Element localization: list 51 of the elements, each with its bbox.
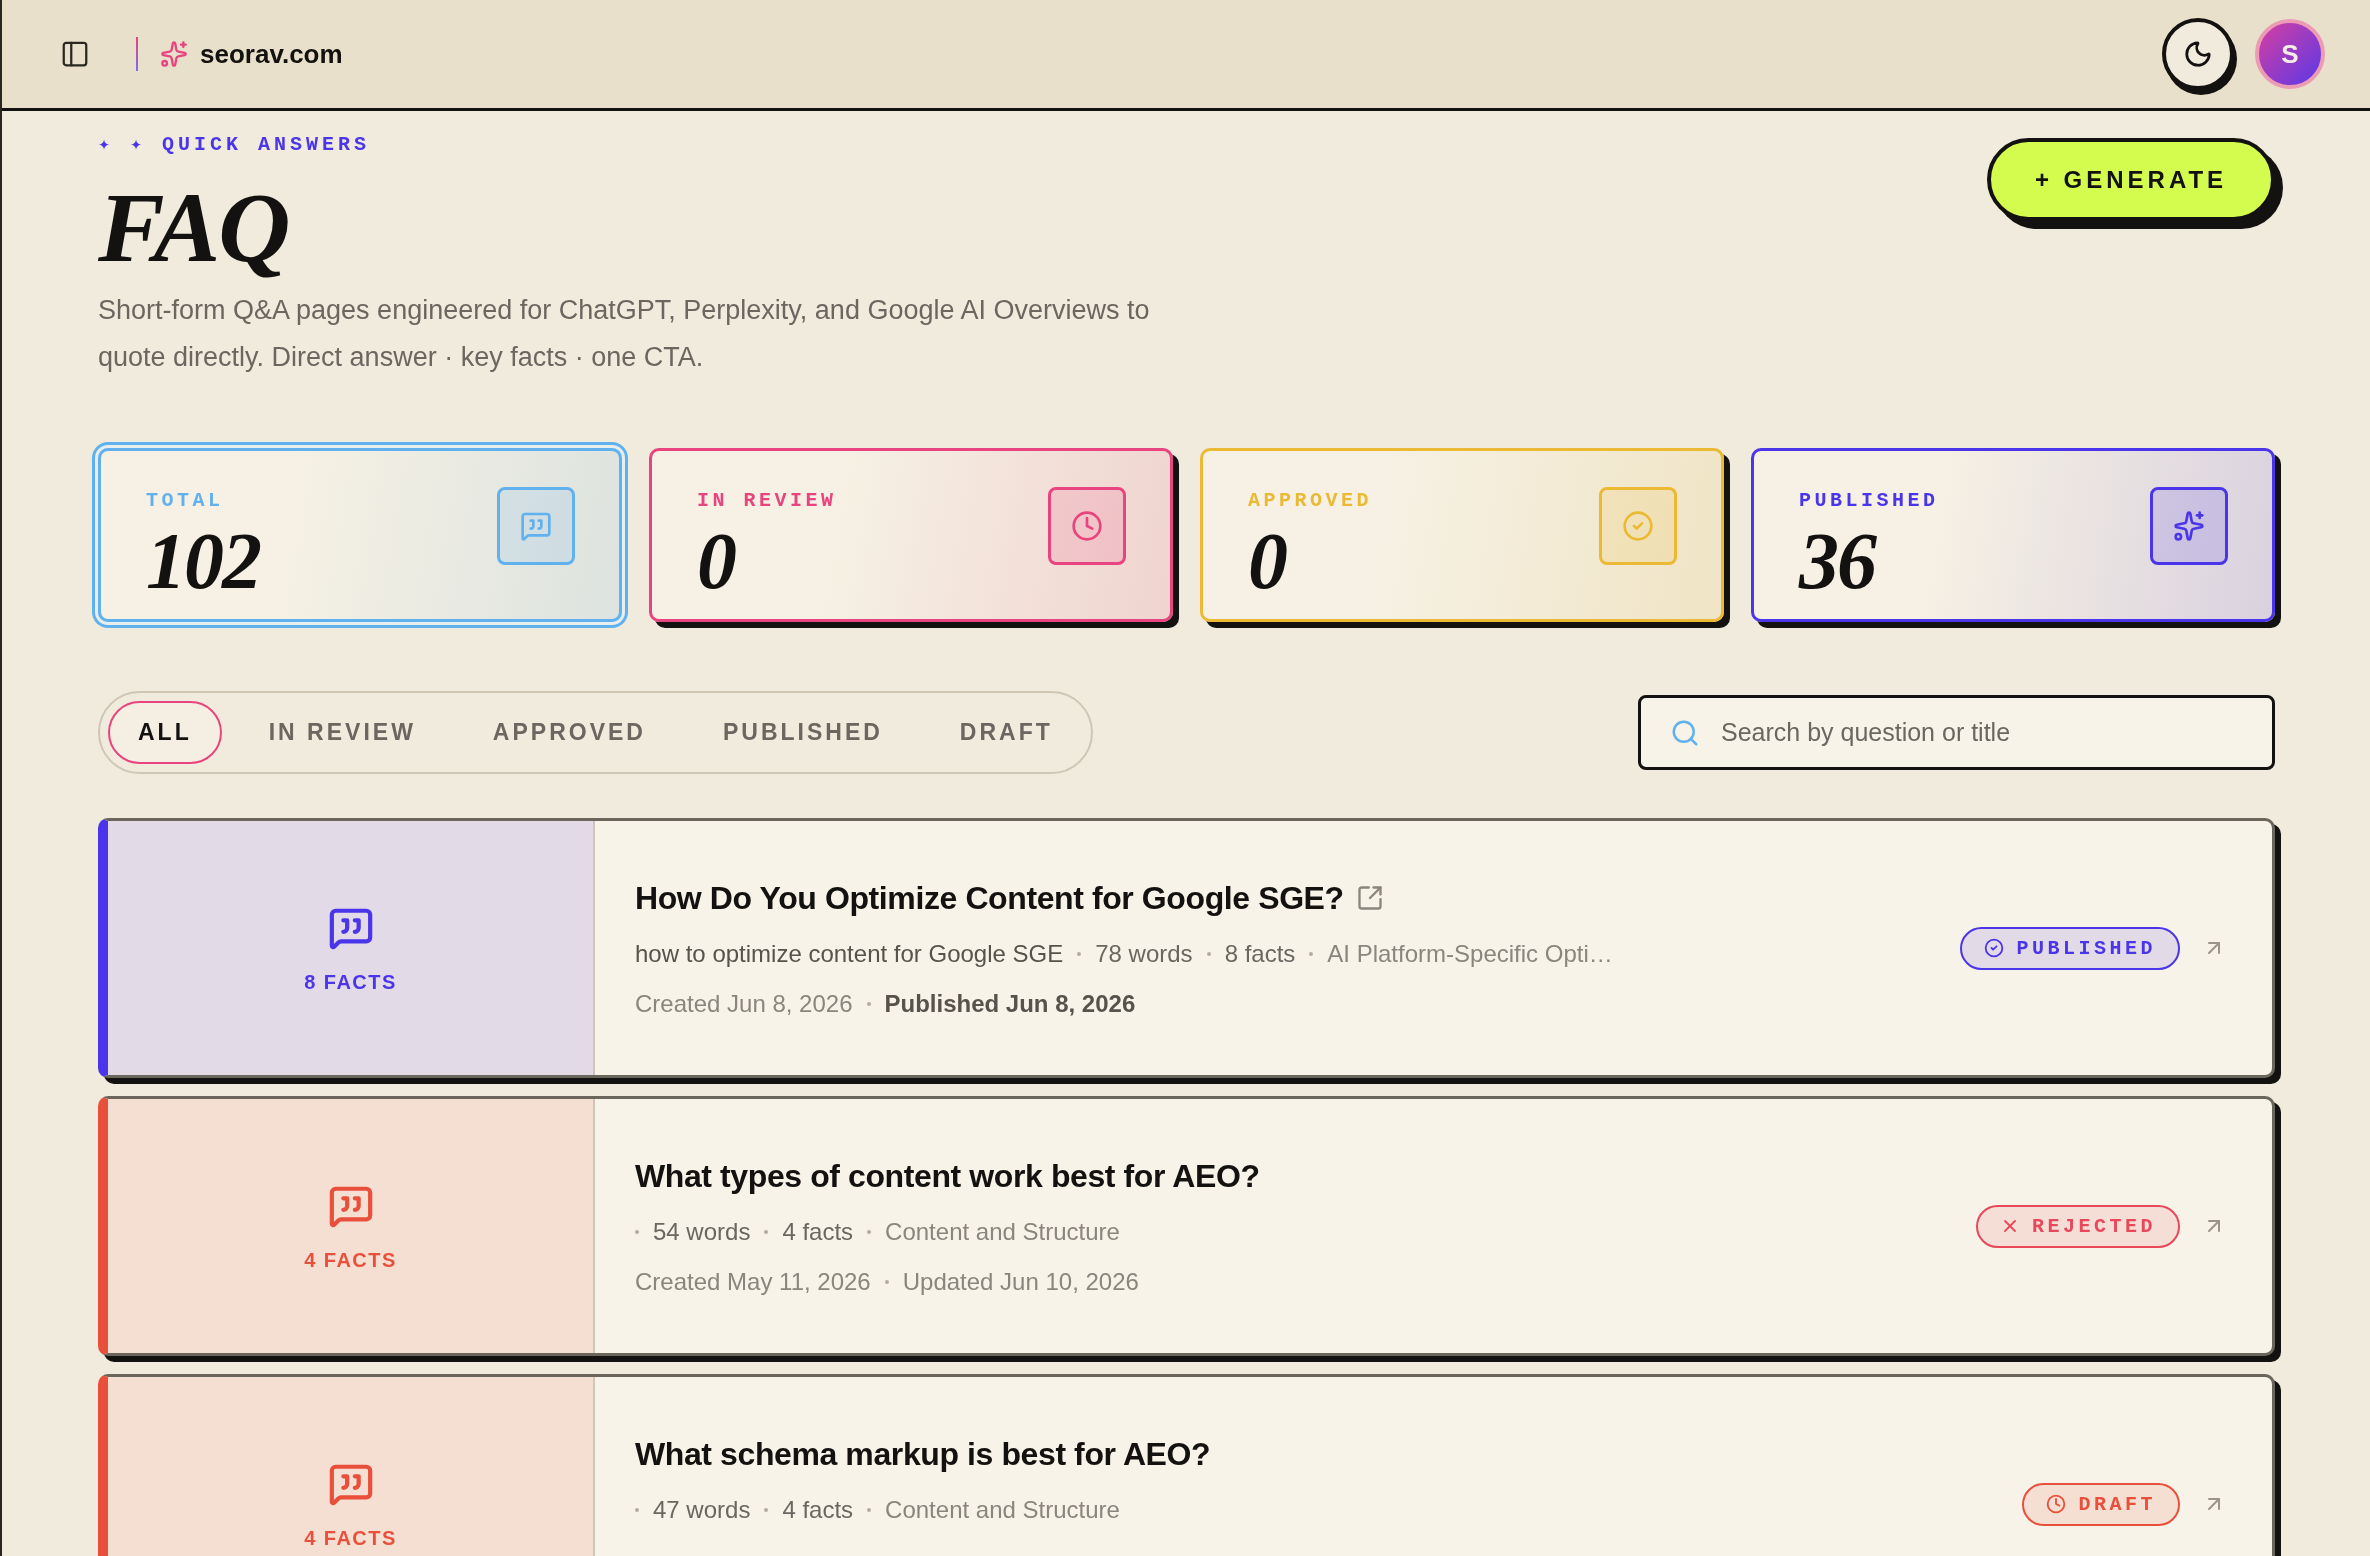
date-text: Created May 11, 2026 — [635, 1267, 871, 1297]
sparkle-icon — [160, 40, 188, 68]
quote-bubble-icon — [497, 487, 575, 565]
faq-title[interactable]: What types of content work best for AEO? — [635, 1156, 1260, 1196]
stat-label: APPROVED — [1248, 489, 1372, 513]
faq-title[interactable]: What schema markup is best for AEO? — [635, 1434, 1211, 1474]
faq-title[interactable]: How Do You Optimize Content for Google SGE? — [635, 878, 1344, 918]
eyebrow-label: ✦ ✦ QUICK ANSWERS — [98, 133, 371, 157]
keyword-text: how to optimize content for Google SGE — [635, 939, 1064, 969]
date-text: Published Jun 8, 2026 — [884, 989, 1136, 1019]
moon-icon — [2183, 39, 2213, 69]
meta-text: 54 words — [653, 1217, 751, 1247]
status-label: REJECTED — [2032, 1214, 2156, 1238]
meta-text: AI Platform-Specific Opti… — [1327, 939, 1613, 969]
facts-count: 4 FACTS — [304, 1248, 397, 1272]
stat-label: PUBLISHED — [1799, 489, 1939, 513]
page-description: Short-form Q&A pages engineered for ChatGPT, Perplexity, and Google AI Overviews to quote directly. Direct answer · key facts · one CTA. — [98, 294, 1151, 374]
meta-text: 78 words — [1095, 939, 1193, 969]
stat-label: TOTAL — [146, 489, 224, 513]
filter-tab[interactable]: IN REVIEW — [238, 701, 446, 764]
sparkles-icon — [2150, 487, 2228, 565]
stat-value: 102 — [146, 521, 260, 601]
filter-tab[interactable]: ALL — [108, 701, 222, 764]
facts-count: 8 FACTS — [304, 970, 397, 994]
meta-text: 4 facts — [782, 1495, 854, 1525]
meta-text: 8 facts — [1224, 939, 1296, 969]
page-title: FAQ — [98, 175, 289, 281]
stat-value: 0 — [697, 521, 735, 601]
date-text: Created Jun 8, 2026 — [635, 989, 853, 1019]
meta-text: 47 words — [653, 1495, 751, 1525]
sidebar-toggle-icon[interactable] — [60, 39, 90, 69]
clock-icon — [2046, 1494, 2067, 1514]
facts-count: 4 FACTS — [304, 1526, 397, 1550]
meta-text: Content and Structure — [885, 1495, 1120, 1525]
external-link-icon[interactable] — [1355, 884, 1384, 912]
filter-tab[interactable]: PUBLISHED — [692, 701, 913, 764]
date-text: Updated Jun 10, 2026 — [902, 1267, 1139, 1297]
stat-value: 0 — [1248, 521, 1286, 601]
check-circle-icon — [1984, 938, 2005, 958]
status-label: DRAFT — [2078, 1492, 2156, 1516]
avatar[interactable]: S — [2255, 19, 2325, 89]
clock-icon — [1048, 487, 1126, 565]
meta-text: Content and Structure — [885, 1217, 1120, 1247]
search-field[interactable]: Search by question or title — [1638, 695, 2275, 770]
filter-tab[interactable]: DRAFT — [929, 701, 1083, 764]
site-name[interactable]: seorav.com — [200, 38, 343, 70]
meta-text: 4 facts — [782, 1217, 854, 1247]
filter-tab[interactable]: APPROVED — [462, 701, 676, 764]
status-label: PUBLISHED — [2016, 936, 2156, 960]
stat-label: IN REVIEW — [697, 489, 837, 513]
stat-value: 36 — [1799, 521, 1875, 601]
